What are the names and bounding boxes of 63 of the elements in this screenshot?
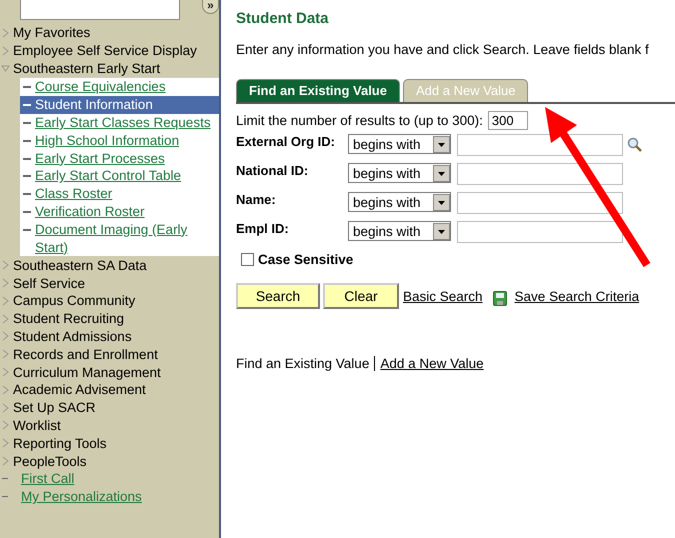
field-label: External Org ID: (236, 134, 336, 151)
menu-folder[interactable]: Campus Community (13, 293, 136, 308)
page-title: Student Data (236, 10, 330, 29)
text-field[interactable] (457, 163, 623, 185)
dash-icon (23, 104, 31, 106)
search-field[interactable] (20, 0, 180, 20)
operator-dropdown[interactable]: begins with (348, 221, 451, 241)
menu-folder[interactable]: Southeastern Early Start (13, 60, 160, 76)
menu-folder[interactable]: Student Recruiting (13, 311, 124, 326)
action-button[interactable]: Clear (323, 283, 399, 309)
limit-label: Limit the number of results to (up to 300): (236, 112, 483, 128)
menu-folder[interactable]: Reporting Tools (13, 436, 107, 451)
dash-icon (23, 228, 31, 231)
menu-link[interactable]: Class Roster (35, 185, 112, 203)
field-label: Name: (236, 192, 277, 209)
menu-item-label[interactable]: Student Information (35, 96, 153, 114)
search-button[interactable]: » (202, 0, 219, 14)
field-label: Empl ID: (236, 221, 290, 238)
menu-link[interactable]: Document Imaging (Early Start) (35, 220, 213, 256)
instructions-text: Enter any information you have and click Search. Leave fields blank f (236, 42, 650, 59)
menu-folder[interactable]: Southeastern SA Data (13, 258, 147, 273)
menu-link[interactable]: High School Information (35, 132, 180, 150)
link[interactable]: Basic Search (403, 288, 483, 304)
menu-link[interactable]: Early Start Processes (35, 150, 165, 168)
text-field[interactable] (457, 192, 623, 214)
text-field[interactable] (457, 134, 623, 156)
menu-folder[interactable]: Set Up SACR (13, 400, 96, 416)
action-button[interactable]: Search (236, 283, 320, 309)
dash-icon (2, 478, 8, 480)
menu-folder[interactable]: Employee Self Service Display (13, 43, 197, 58)
menu-folder[interactable]: PeopleTools (13, 454, 87, 469)
link[interactable]: Save Search Criteria (514, 288, 640, 304)
menu-folder[interactable]: Worklist (13, 418, 61, 433)
menu-folder[interactable]: Curriculum Management (13, 364, 161, 380)
menu-folder[interactable]: My Favorites (13, 25, 90, 40)
operator-dropdown[interactable]: begins with (348, 163, 451, 183)
dash-icon (23, 86, 31, 88)
menu-link[interactable]: Early Start Control Table (35, 167, 182, 186)
dash-icon (23, 175, 31, 178)
checkbox-label: Case Sensitive (258, 252, 354, 266)
menu-item[interactable]: Student Information (20, 96, 219, 114)
menu-link[interactable]: Early Start Classes Requests (35, 114, 211, 132)
checkbox[interactable] (241, 252, 254, 266)
menu-folder[interactable]: Student Admissions (13, 328, 132, 344)
dash-icon (23, 193, 31, 196)
operator-dropdown[interactable]: begins with (348, 134, 451, 154)
tab[interactable]: Find an Existing Value (236, 79, 400, 102)
dash-icon (23, 122, 31, 124)
menu-folder[interactable]: Records and Enrollment (13, 346, 158, 362)
link[interactable]: Add a New Value (380, 356, 484, 371)
dash-icon (23, 210, 31, 213)
dash-icon (23, 140, 31, 142)
field-label: National ID: (236, 163, 310, 180)
limit-field[interactable]: 300 (488, 110, 528, 130)
dash-icon (2, 496, 8, 498)
current-page-label: Find an Existing Value (236, 356, 370, 371)
dash-icon (23, 158, 31, 160)
menu-folder[interactable]: Self Service (13, 276, 86, 291)
menu-link[interactable]: Course Equivalencies (35, 78, 166, 96)
menu-link[interactable]: Verification Roster (35, 202, 145, 221)
text-field[interactable] (457, 221, 623, 243)
operator-dropdown[interactable]: begins with (348, 192, 451, 212)
menu-folder[interactable]: Academic Advisement (13, 382, 146, 398)
